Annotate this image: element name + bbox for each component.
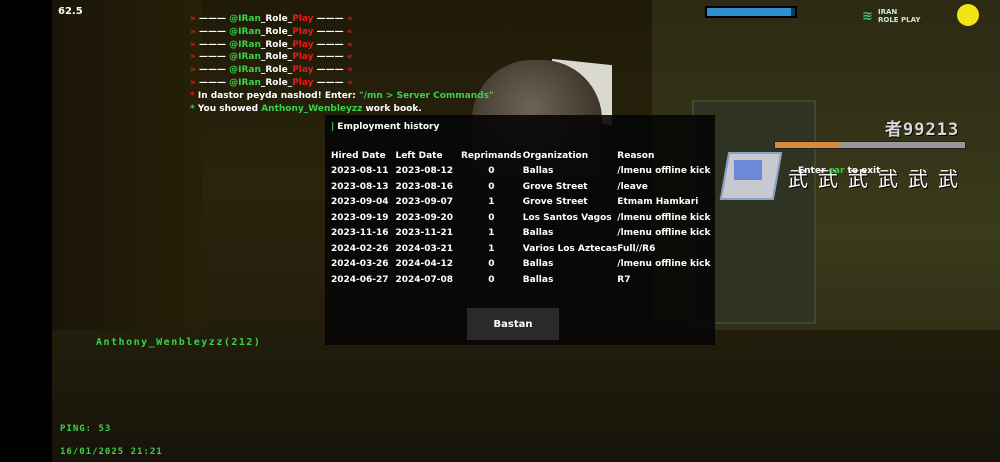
chat-line: » ——— @IRan_Role_Play ——— « bbox=[190, 26, 353, 37]
table-cell: 0 bbox=[488, 181, 495, 192]
table-cell: 2024-04-12 bbox=[395, 259, 454, 270]
table-cell: Ballas bbox=[522, 166, 554, 177]
logo-icon: ≋ bbox=[862, 9, 873, 24]
money-display: 者99213 bbox=[885, 120, 960, 140]
table-cell: 0 bbox=[488, 259, 495, 270]
table-cell: 2023-08-13 bbox=[331, 181, 389, 192]
table-row[interactable]: 2023-09-04 2023-09-07 1 Grove Street Etmam H… bbox=[331, 195, 715, 211]
table-cell: Los Santos Vagos bbox=[522, 212, 612, 223]
table-row[interactable]: 2024-06-27 2024-07-08 0 Ballas R7 bbox=[331, 272, 715, 288]
table-cell: 2023-11-16 bbox=[331, 228, 389, 239]
money-bar-fill bbox=[775, 142, 840, 148]
table-cell: Varios Los Aztecas bbox=[522, 243, 618, 254]
computer-screen bbox=[734, 160, 762, 180]
table-cell: Ballas bbox=[522, 274, 554, 285]
logo-line2: ROLE PLAY bbox=[878, 16, 921, 24]
table-cell: /lmenu offline kick bbox=[617, 166, 711, 177]
table-cell: Ballas bbox=[522, 259, 554, 270]
table-cell: /lmenu offline kick bbox=[617, 228, 711, 239]
player-name-tag: Anthony_Wenbleyzz(212) bbox=[96, 337, 262, 348]
history-table: Hired Date Left Date Reprimands Organizatio… bbox=[331, 148, 715, 288]
chat-line: » ——— @IRan_Role_Play ——— « bbox=[190, 77, 353, 88]
chat-line: » ——— @IRan_Role_Play ——— « bbox=[190, 39, 353, 50]
table-cell: 2023-11-21 bbox=[395, 228, 454, 239]
column-header: Hired Date bbox=[331, 150, 386, 161]
column-header: Reprimands bbox=[461, 150, 522, 161]
table-cell: 2023-09-20 bbox=[395, 212, 454, 223]
table-cell: 2024-03-26 bbox=[331, 259, 389, 270]
health-bar-fill bbox=[707, 8, 791, 16]
sun-icon[interactable] bbox=[957, 4, 979, 26]
table-cell: 2023-08-16 bbox=[395, 181, 454, 192]
logo-line1: IRAN bbox=[878, 8, 898, 16]
chat-line: * You showed Anthony_Wenbleyzz work book… bbox=[190, 103, 422, 114]
column-header: Left Date bbox=[395, 150, 443, 161]
table-cell: 2024-02-26 bbox=[331, 243, 389, 254]
table-cell: 2023-08-11 bbox=[331, 166, 389, 177]
table-cell: 0 bbox=[488, 166, 495, 177]
chat-line: » ——— @IRan_Role_Play ——— « bbox=[190, 65, 353, 76]
table-cell: 2023-08-12 bbox=[395, 166, 454, 177]
chat-box: » ——— @IRan_Role_Play ——— «» ——— @IRan_R… bbox=[190, 13, 494, 115]
table-cell: 2023-09-04 bbox=[331, 197, 389, 208]
table-cell: 2024-06-27 bbox=[331, 274, 389, 285]
table-header: Hired Date Left Date Reprimands Organizatio… bbox=[331, 148, 715, 164]
table-cell: 2024-03-21 bbox=[395, 243, 454, 254]
table-cell: 0 bbox=[488, 212, 495, 223]
table-row[interactable]: 2023-08-13 2023-08-16 0 Grove Street/leave bbox=[331, 179, 715, 195]
table-cell: /lmenu offline kick bbox=[617, 259, 711, 270]
table-cell: 1 bbox=[488, 197, 495, 208]
employment-history-dialog: | Employment history Hired Date Left Date R… bbox=[325, 115, 715, 345]
table-row[interactable]: 2023-11-16 2023-11-21 1 Ballas/lmenu offlin… bbox=[331, 226, 715, 242]
table-cell: /leave bbox=[617, 181, 648, 192]
table-cell: Etmam Hamkari bbox=[617, 197, 699, 208]
table-cell: Grove Street bbox=[522, 197, 588, 208]
table-cell: R7 bbox=[617, 274, 631, 285]
table-cell: 1 bbox=[488, 243, 495, 254]
table-row[interactable]: 2023-09-19 2023-09-20 0 Los Santos Vagos/lm… bbox=[331, 210, 715, 226]
fps-counter: 62.5 bbox=[58, 6, 83, 17]
table-row[interactable]: 2023-08-11 2023-08-12 0 Ballas/lmenu offlin… bbox=[331, 164, 715, 180]
table-cell: 2024-07-08 bbox=[395, 274, 454, 285]
table-cell: 2023-09-07 bbox=[395, 197, 454, 208]
table-cell: Ballas bbox=[522, 228, 554, 239]
table-row[interactable]: 2024-02-26 2024-03-21 1 Varios Los Aztecas F… bbox=[331, 241, 715, 257]
table-cell: /lmenu offline kick bbox=[617, 212, 711, 223]
health-bar bbox=[705, 6, 797, 18]
column-header: Reason bbox=[617, 150, 655, 161]
dialog-title: | Employment history bbox=[331, 122, 440, 132]
table-cell: Grove Street bbox=[522, 181, 588, 192]
money-bar bbox=[774, 141, 966, 149]
server-logo: ≋ IRAN ROLE PLAY bbox=[862, 6, 928, 28]
close-button[interactable]: Bastan bbox=[467, 308, 559, 340]
table-row[interactable]: 2024-03-26 2024-04-12 0 Ballas/lmenu offlin… bbox=[331, 257, 715, 273]
chat-line: * In dastor peyda nashod! Enter: "/mn > … bbox=[190, 90, 494, 101]
table-cell: 2023-09-19 bbox=[331, 212, 389, 223]
chat-line: » ——— @IRan_Role_Play ——— « bbox=[190, 14, 353, 24]
title-accent: | bbox=[331, 122, 335, 132]
table-cell: Full//R6 bbox=[617, 243, 656, 254]
chat-line: » ——— @IRan_Role_Play ——— « bbox=[190, 52, 353, 63]
table-cell: 1 bbox=[488, 228, 495, 239]
table-cell: 0 bbox=[488, 274, 495, 285]
floor bbox=[52, 330, 1000, 462]
ping-display: PING: 53 bbox=[60, 424, 112, 434]
enter-car-hint: Enter car to exit bbox=[798, 166, 881, 176]
column-header: Organization bbox=[522, 150, 589, 161]
date-time: 16/01/2025 21:21 bbox=[60, 447, 163, 457]
